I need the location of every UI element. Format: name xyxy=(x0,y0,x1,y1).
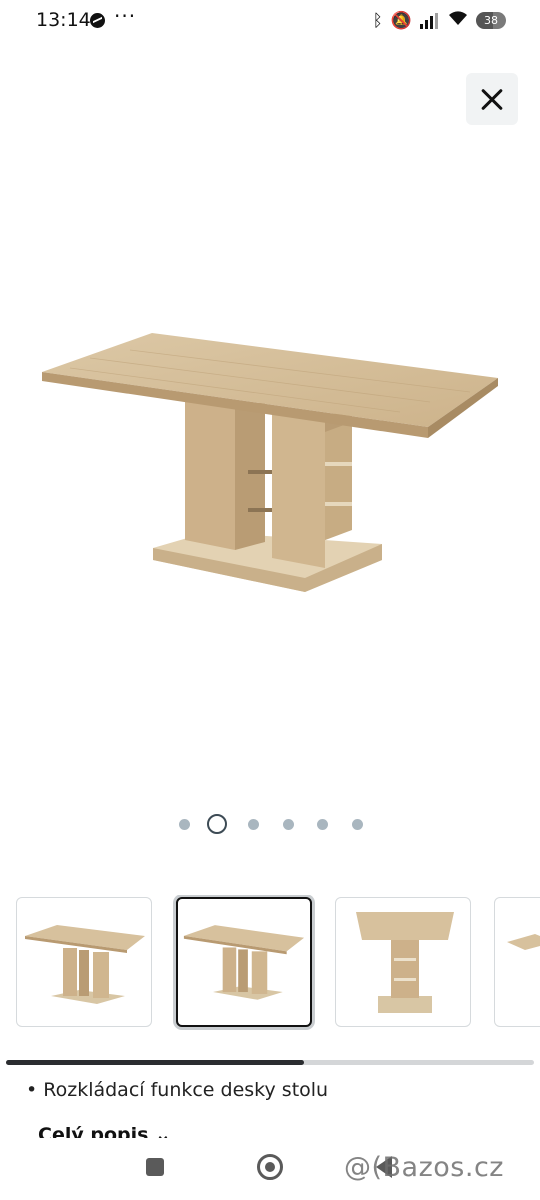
thumbnail-1[interactable] xyxy=(16,897,152,1027)
thumbnail-scrollbar[interactable] xyxy=(6,1060,534,1065)
feature-bullet: • Rozkládací funkce desky stolu xyxy=(26,1079,329,1101)
thumbnail-image xyxy=(507,934,540,950)
main-product-image[interactable] xyxy=(0,140,540,780)
full-description-link[interactable]: Celý popis ⌄ xyxy=(38,1124,171,1138)
thumbnail-strip[interactable] xyxy=(0,895,540,1030)
bluetooth-icon: ᛒ xyxy=(372,10,383,31)
thumbnail-2-selected[interactable] xyxy=(176,897,312,1027)
pager-dot[interactable] xyxy=(248,819,259,830)
status-time: 13:14 xyxy=(36,9,91,31)
thumbnail-image xyxy=(183,925,305,1000)
pager-dot-active[interactable] xyxy=(207,814,227,834)
battery-icon: 38 xyxy=(476,12,506,29)
more-dots-icon: ··· xyxy=(114,4,137,28)
messenger-icon xyxy=(90,13,105,28)
recents-button[interactable] xyxy=(146,1158,164,1176)
mute-icon: 🔕 xyxy=(390,10,412,31)
thumbnail-image xyxy=(25,925,145,1004)
thumbnail-4[interactable] xyxy=(494,897,540,1027)
pager-dot[interactable] xyxy=(352,819,363,830)
thumbnail-image xyxy=(356,912,454,1013)
scrollbar-thumb[interactable] xyxy=(6,1060,304,1065)
close-button[interactable] xyxy=(466,73,518,125)
image-pager xyxy=(0,813,540,835)
bazos-watermark: @(Bazos.cz xyxy=(344,1152,504,1183)
wifi-icon xyxy=(448,10,468,31)
pager-dot[interactable] xyxy=(179,819,190,830)
pager-dot[interactable] xyxy=(283,819,294,830)
home-button[interactable] xyxy=(257,1154,283,1180)
status-icons: ᛒ 🔕 38 xyxy=(373,10,506,31)
pager-dot[interactable] xyxy=(317,819,328,830)
battery-level: 38 xyxy=(484,14,498,27)
thumbnail-3[interactable] xyxy=(335,897,471,1027)
table-image xyxy=(42,333,498,592)
signal-icon xyxy=(420,12,440,29)
status-bar: 13:14 ··· ᛒ 🔕 38 xyxy=(0,0,540,42)
system-nav-bar: @(Bazos.cz xyxy=(0,1138,540,1200)
